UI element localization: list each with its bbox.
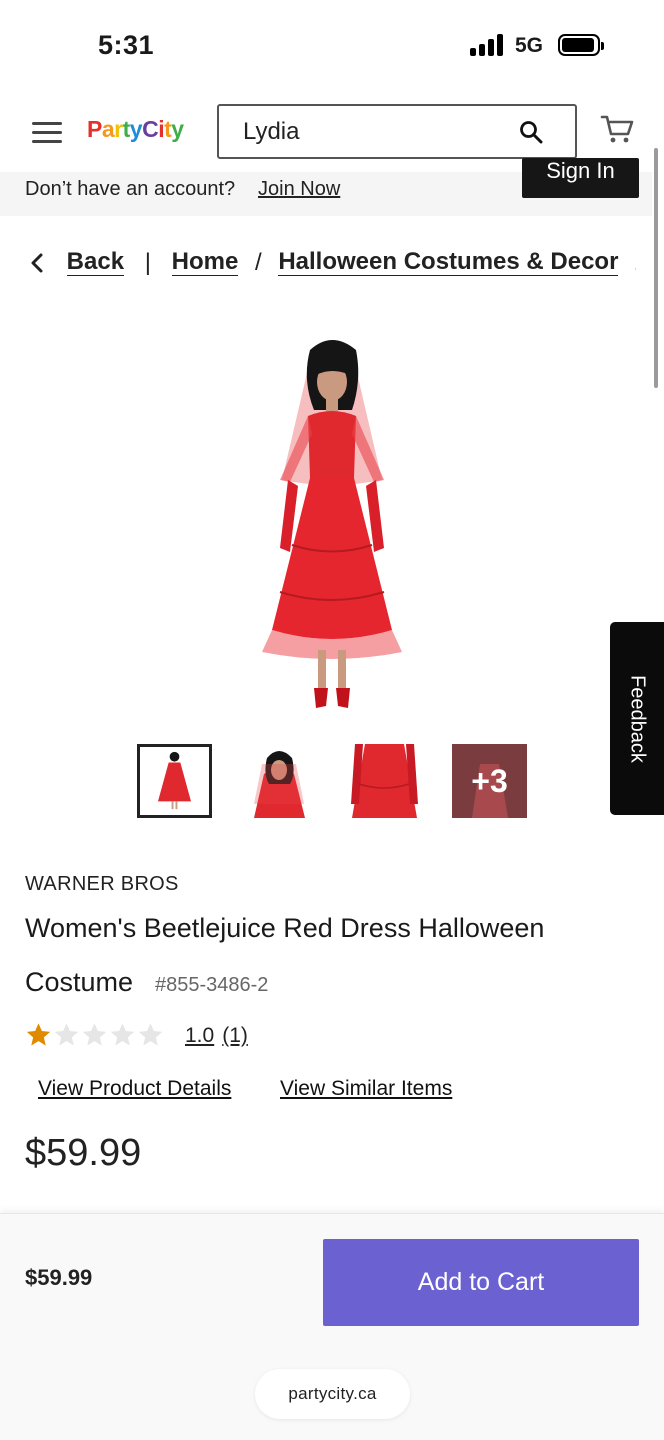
more-images-label: +3 — [471, 762, 508, 799]
breadcrumb-separator: / — [635, 249, 636, 277]
star-empty-icon — [54, 1023, 79, 1046]
logo-letter: P — [87, 116, 102, 142]
rating-value: 1.0 — [185, 1024, 215, 1047]
logo-letter: a — [101, 116, 115, 142]
sticky-price: $59.99 — [25, 1265, 93, 1290]
url-pill[interactable]: partycity.ca — [255, 1369, 410, 1419]
thumbnail-image — [347, 744, 422, 818]
product-sku: #855-3486-2 — [155, 974, 269, 996]
sticky-cart-bar: $59.99 Add to Cart partycity.ca — [0, 1213, 664, 1440]
logo-letter: C — [142, 116, 159, 142]
view-product-details-link[interactable]: View Product Details — [38, 1077, 231, 1101]
back-link[interactable]: Back — [66, 249, 125, 277]
thumbnail-3[interactable] — [347, 744, 422, 818]
breadcrumb-halloween[interactable]: Halloween Costumes & Decor — [278, 249, 619, 277]
breadcrumb-separator: / — [254, 248, 262, 276]
thumbnail-2[interactable] — [242, 744, 317, 818]
cart-icon[interactable] — [600, 114, 634, 144]
breadcrumb-home[interactable]: Home — [171, 249, 239, 277]
thumbnail-image — [140, 747, 209, 815]
product-title-line2: Costume — [25, 967, 134, 997]
product-image[interactable] — [232, 330, 432, 720]
product-price: $59.99 — [25, 1132, 142, 1174]
breadcrumb-divider: | — [144, 248, 151, 276]
thumbnail-image — [242, 744, 317, 818]
rating-link[interactable]: 1.0 (1) — [185, 1024, 248, 1048]
network-label: 5G — [515, 34, 544, 57]
star-empty-icon — [110, 1023, 135, 1046]
menu-icon[interactable] — [32, 122, 62, 144]
sign-in-label: Sign In — [546, 158, 615, 183]
add-to-cart-button[interactable]: Add to Cart — [323, 1239, 639, 1326]
star-filled-icon — [26, 1023, 51, 1046]
logo-letter: r — [114, 116, 123, 142]
search-icon[interactable] — [519, 120, 543, 144]
thumbnail-1[interactable] — [137, 744, 212, 818]
rating-count: (1) — [222, 1024, 248, 1047]
account-message: Don’t have an account? — [25, 178, 236, 200]
join-now-link[interactable]: Join Now — [258, 178, 340, 201]
view-similar-items-link[interactable]: View Similar Items — [280, 1077, 452, 1101]
star-empty-icon — [82, 1023, 107, 1046]
rating-stars[interactable] — [24, 1021, 164, 1051]
status-bar: 5:31 5G — [0, 0, 664, 92]
logo-letter: y — [171, 116, 184, 142]
status-time: 5:31 — [98, 30, 155, 60]
search-input[interactable] — [243, 116, 513, 148]
thumbnail-more[interactable]: +3 — [452, 744, 527, 818]
logo-letter: y — [129, 116, 143, 142]
partycity-logo[interactable]: PartyCity — [87, 116, 184, 143]
chevron-left-icon[interactable] — [30, 252, 44, 274]
star-empty-icon — [138, 1023, 163, 1046]
signal-icon — [470, 34, 506, 56]
logo-letter: t — [122, 116, 131, 142]
product-brand: WARNER BROS — [25, 873, 179, 895]
breadcrumb: Back | Home / Halloween Costumes & Decor… — [30, 248, 636, 282]
feedback-tab[interactable]: Feedback — [610, 622, 664, 815]
feedback-label: Feedback — [626, 674, 649, 763]
battery-icon — [558, 34, 604, 56]
scrollbar[interactable] — [654, 148, 658, 388]
product-title: Women's Beetlejuice Red Dress Halloween — [25, 913, 545, 943]
sign-in-button[interactable]: Sign In — [522, 158, 639, 198]
search-box — [217, 104, 577, 159]
